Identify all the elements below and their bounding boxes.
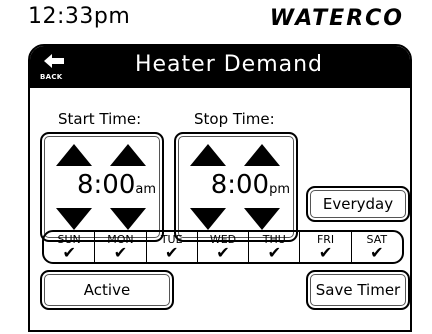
check-icon: ✔ xyxy=(165,243,179,262)
check-icon: ✔ xyxy=(267,243,281,262)
day-wed[interactable]: WED ✔ xyxy=(198,232,250,262)
stop-minute-up-button[interactable] xyxy=(242,142,282,168)
start-time-label: Start Time: xyxy=(58,110,142,128)
clock: 12:33pm xyxy=(28,4,131,29)
check-icon: ✔ xyxy=(370,243,384,262)
stop-hour-up-button[interactable] xyxy=(188,142,228,168)
start-minute-down-button[interactable] xyxy=(108,206,148,232)
start-ampm: am xyxy=(135,182,156,197)
up-arrow-icon xyxy=(190,144,226,166)
start-minute-up-button[interactable] xyxy=(108,142,148,168)
check-icon: ✔ xyxy=(62,243,76,262)
up-arrow-icon xyxy=(244,144,280,166)
day-mon[interactable]: MON ✔ xyxy=(95,232,147,262)
day-sat[interactable]: SAT ✔ xyxy=(352,232,402,262)
day-fri[interactable]: FRI ✔ xyxy=(300,232,352,262)
save-timer-button[interactable]: Save Timer xyxy=(306,270,410,310)
title-bar: BACK Heater Demand xyxy=(30,46,410,88)
day-selector: SUN ✔ MON ✔ TUE ✔ WED ✔ THU ✔ FRI ✔ SAT ✔ xyxy=(42,230,404,264)
heater-demand-panel: BACK Heater Demand Start Time: 8:00am St… xyxy=(28,44,412,332)
start-hour-up-button[interactable] xyxy=(54,142,94,168)
stop-time-control: 8:00pm xyxy=(174,132,298,242)
down-arrow-icon xyxy=(110,208,146,230)
stop-ampm: pm xyxy=(269,182,290,197)
down-arrow-icon xyxy=(244,208,280,230)
day-tue[interactable]: TUE ✔ xyxy=(147,232,198,262)
stop-minute-down-button[interactable] xyxy=(242,206,282,232)
day-thu[interactable]: THU ✔ xyxy=(249,232,301,262)
stop-hour-down-button[interactable] xyxy=(188,206,228,232)
day-sun[interactable]: SUN ✔ xyxy=(44,232,96,262)
check-icon: ✔ xyxy=(318,243,333,262)
up-arrow-icon xyxy=(110,144,146,166)
up-arrow-icon xyxy=(56,144,92,166)
stop-time-label: Stop Time: xyxy=(194,110,275,128)
start-hour-down-button[interactable] xyxy=(54,206,94,232)
brand-logo: WATERCO xyxy=(269,6,404,31)
down-arrow-icon xyxy=(190,208,226,230)
start-time-digits: 8:00 xyxy=(76,170,136,200)
stop-time-value: 8:00pm xyxy=(176,170,296,200)
start-time-control: 8:00am xyxy=(40,132,164,242)
check-icon: ✔ xyxy=(113,243,128,262)
stop-time-digits: 8:00 xyxy=(210,170,270,200)
start-time-value: 8:00am xyxy=(42,170,162,200)
everyday-button[interactable]: Everyday xyxy=(306,186,410,222)
active-button[interactable]: Active xyxy=(40,270,174,310)
check-icon: ✔ xyxy=(216,243,230,262)
status-bar: 12:33pm WATERCO xyxy=(0,0,432,40)
page-title: Heater Demand xyxy=(134,52,324,77)
down-arrow-icon xyxy=(56,208,92,230)
